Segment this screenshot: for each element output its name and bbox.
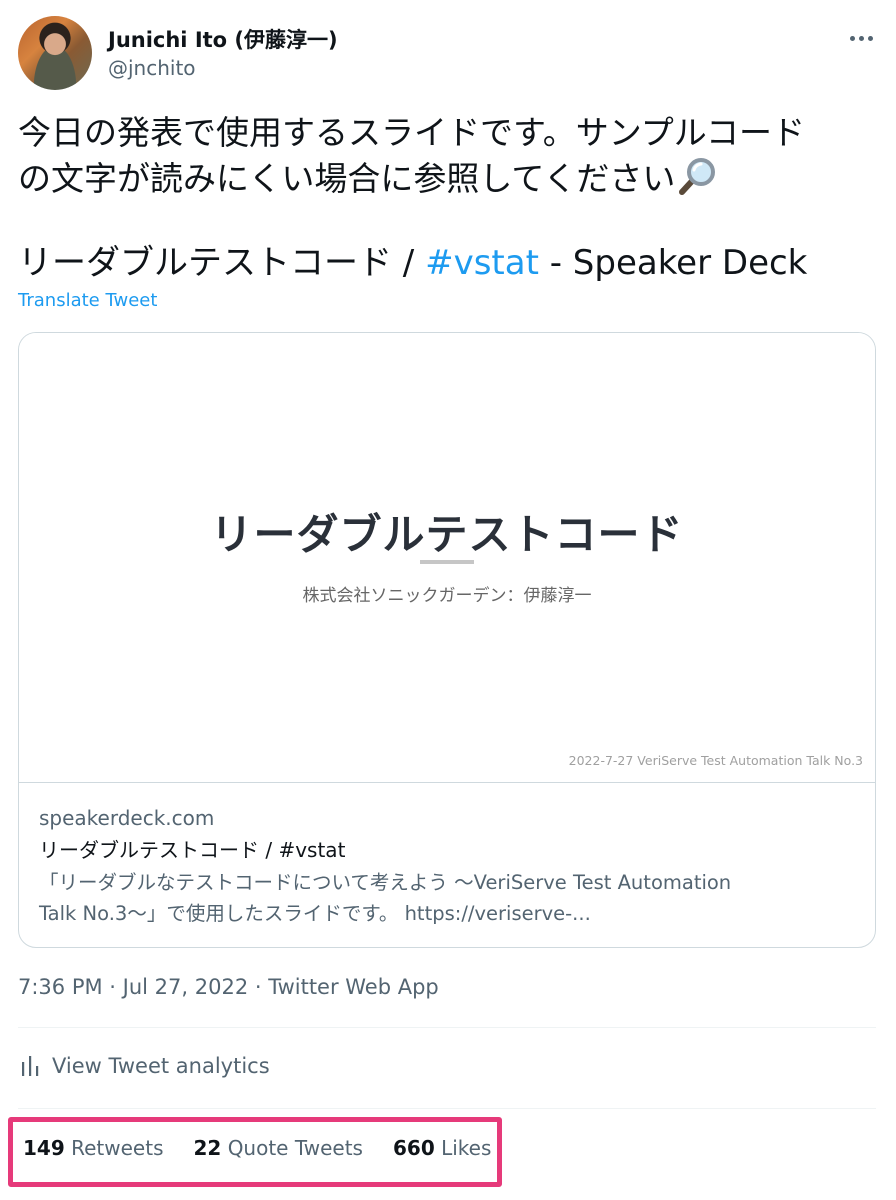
card-description-line: 「リーダブルなテストコードについて考えよう 〜VeriServe Test Au… (39, 871, 732, 894)
quote-tweets-count: 22 (193, 1136, 222, 1160)
card-description-line: Talk No.3〜」で使用したスライドです。 https://veriserv… (39, 902, 591, 925)
tweet-text: 今日の発表で使用するスライドです。サンプルコード の文字が読みにくい場合に参照し… (18, 110, 878, 202)
tweet-text-line: の文字が読みにくい場合に参照してください (18, 156, 878, 202)
card-slide-image: リーダブルテストコード 株式会社ソニックガーデン：伊藤淳一 2022-7-27 … (19, 333, 875, 783)
translate-tweet-link[interactable]: Translate Tweet (18, 290, 157, 311)
link-title-prefix: リーダブルテストコード / (18, 243, 426, 283)
more-options-button[interactable] (836, 24, 886, 52)
view-analytics-link[interactable]: View Tweet analytics (20, 1054, 270, 1078)
tweet-text-line: 今日の発表で使用するスライドです。サンプルコード (18, 113, 806, 152)
meta-separator: · (102, 975, 123, 999)
tweet-text-line-content: の文字が読みにくい場合に参照してください (18, 159, 676, 198)
more-options-icon (849, 35, 873, 41)
quote-tweets-label: Quote Tweets (227, 1136, 363, 1160)
link-title: リーダブルテストコード / #vstat - Speaker Deck (18, 240, 807, 286)
slide-footer: 2022-7-27 VeriServe Test Automation Talk… (568, 753, 863, 768)
avatar[interactable] (18, 16, 92, 90)
hashtag-link[interactable]: #vstat (425, 243, 539, 283)
tweet-date[interactable]: Jul 27, 2022 (123, 975, 249, 999)
slide-title: リーダブルテストコード (210, 510, 684, 559)
tweet-source[interactable]: Twitter Web App (268, 975, 439, 999)
display-name[interactable]: Junichi Ito (伊藤淳一) (108, 24, 338, 54)
quote-tweets-stat[interactable]: 22 Quote Tweets (193, 1136, 363, 1160)
divider (18, 1108, 876, 1109)
tweet-timestamp: 7:36 PM · Jul 27, 2022 · Twitter Web App (18, 975, 439, 999)
slide-subtitle: 株式会社ソニックガーデン：伊藤淳一 (302, 586, 592, 606)
likes-count: 660 (392, 1136, 435, 1160)
retweets-count: 149 (23, 1136, 65, 1160)
view-analytics-label: View Tweet analytics (52, 1054, 270, 1078)
slide-divider (420, 560, 474, 564)
card-title: リーダブルテストコード / #vstat (39, 838, 346, 862)
likes-label: Likes (441, 1136, 492, 1160)
retweets-stat[interactable]: 149 Retweets (23, 1136, 163, 1160)
meta-separator: · (248, 975, 269, 999)
tweet-time[interactable]: 7:36 PM (18, 975, 103, 999)
username[interactable]: @jnchito (108, 56, 196, 80)
card-domain: speakerdeck.com (39, 806, 215, 830)
engagement-stats: 149 Retweets 22 Quote Tweets 660 Likes (23, 1136, 491, 1160)
likes-stat[interactable]: 660 Likes (393, 1136, 491, 1160)
link-title-suffix: - Speaker Deck (538, 243, 808, 283)
magnifying-glass-icon (677, 156, 717, 196)
card-body: speakerdeck.com リーダブルテストコード / #vstat 「リー… (39, 803, 855, 929)
bar-chart-icon (20, 1054, 40, 1078)
divider (18, 1027, 876, 1028)
link-preview-card[interactable]: リーダブルテストコード 株式会社ソニックガーデン：伊藤淳一 2022-7-27 … (18, 332, 876, 948)
card-description: 「リーダブルなテストコードについて考えよう 〜VeriServe Test Au… (39, 867, 855, 929)
retweets-label: Retweets (71, 1136, 164, 1160)
